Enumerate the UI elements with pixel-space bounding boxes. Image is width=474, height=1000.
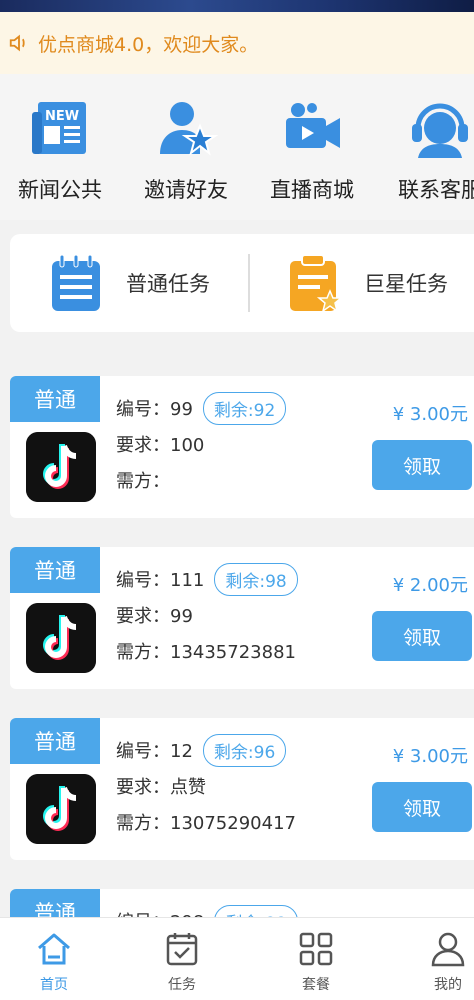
task-card: 普通 编号：111 剩余:98 要求：99 需方：13435723881 ¥ 2… — [10, 547, 474, 689]
tab-star-task-label: 巨星任务 — [364, 272, 448, 296]
bottom-nav-task-label: 任务 — [168, 977, 196, 993]
task-remain-badge: 剩余:98 — [214, 562, 298, 596]
nav-news-label: 新闻公共 — [18, 178, 102, 202]
tab-normal-task-label: 普通任务 — [126, 272, 210, 296]
task-owner: 需方： — [116, 471, 170, 492]
task-card: 普通 编号：99 剩余:92 要求：100 需方： ¥ 3.00元 领取 — [10, 376, 474, 518]
tab-normal-task[interactable]: 普通任务 — [48, 234, 210, 332]
tiktok-app-icon — [26, 774, 96, 844]
bottom-nav-home-label: 首页 — [40, 977, 68, 993]
news-icon: NEW — [32, 102, 86, 154]
bottom-nav-mine-label: 我的 — [434, 977, 462, 993]
claim-button[interactable]: 领取 — [372, 611, 472, 661]
tiktok-app-icon — [26, 603, 96, 673]
claim-button[interactable]: 领取 — [372, 782, 472, 832]
task-number: 编号：12 — [116, 741, 193, 762]
notice-bar[interactable]: 优点商城4.0，欢迎大家。 — [0, 12, 474, 74]
nav-invite[interactable]: 邀请好友 — [126, 96, 246, 204]
tiktok-app-icon — [26, 432, 96, 502]
user-icon — [431, 932, 465, 967]
task-tag: 普通 — [10, 547, 100, 593]
task-requirement: 要求：99 — [116, 606, 193, 627]
task-remain-badge: 剩余:92 — [202, 391, 287, 425]
live-video-icon — [286, 103, 340, 148]
task-remain-badge: 剩余:96 — [202, 733, 287, 767]
customer-service-icon — [412, 103, 468, 158]
claim-button[interactable]: 领取 — [372, 440, 472, 490]
task-owner: 需方：13435723881 — [116, 642, 296, 663]
tab-star-task[interactable]: 巨星任务 — [286, 234, 448, 332]
nav-service[interactable]: 联系客服 — [380, 96, 474, 204]
task-tabs: 普通任务 巨星任务 — [10, 234, 474, 332]
svg-text:NEW: NEW — [45, 109, 79, 124]
nav-news[interactable]: NEW 新闻公共 — [0, 96, 120, 204]
bottom-nav-package[interactable]: 套餐 — [276, 930, 356, 994]
task-price: ¥ 3.00元 — [392, 404, 468, 425]
clipboard-star-icon — [290, 254, 342, 313]
speaker-icon — [9, 34, 25, 52]
nav-live-label: 直播商城 — [270, 178, 354, 202]
tab-divider — [248, 254, 250, 312]
task-owner: 需方：13075290417 — [116, 813, 296, 834]
top-banner — [0, 0, 474, 12]
task-number: 编号：111 — [116, 570, 205, 591]
bottom-nav: 首页 任务 套餐 我的 — [0, 917, 474, 1000]
task-number: 编号：99 — [116, 399, 193, 420]
task-tag: 普通 — [10, 718, 100, 764]
task-requirement: 要求：点赞 — [116, 777, 206, 798]
bottom-nav-task[interactable]: 任务 — [142, 930, 222, 994]
task-price: ¥ 2.00元 — [392, 575, 468, 596]
task-price: ¥ 3.00元 — [392, 746, 468, 767]
quick-nav: NEW 新闻公共 邀请好友 直播商城 联系客服 — [0, 74, 474, 220]
task-card: 普通 编号：12 剩余:96 要求：点赞 需方：13075290417 ¥ 3.… — [10, 718, 474, 860]
task-requirement: 要求：100 — [116, 435, 205, 456]
bottom-nav-mine[interactable]: 我的 — [408, 930, 474, 994]
home-icon — [38, 933, 70, 965]
invite-user-icon — [160, 102, 218, 156]
task-check-icon — [166, 933, 198, 966]
bottom-nav-home[interactable]: 首页 — [14, 930, 94, 994]
nav-service-label: 联系客服 — [398, 178, 474, 202]
task-tag: 普通 — [10, 376, 100, 422]
grid-icon — [299, 932, 333, 966]
notice-text: 优点商城4.0，欢迎大家。 — [38, 33, 259, 56]
notepad-icon — [52, 254, 100, 311]
nav-live[interactable]: 直播商城 — [252, 96, 372, 204]
nav-invite-label: 邀请好友 — [144, 178, 228, 202]
bottom-nav-package-label: 套餐 — [302, 977, 330, 993]
